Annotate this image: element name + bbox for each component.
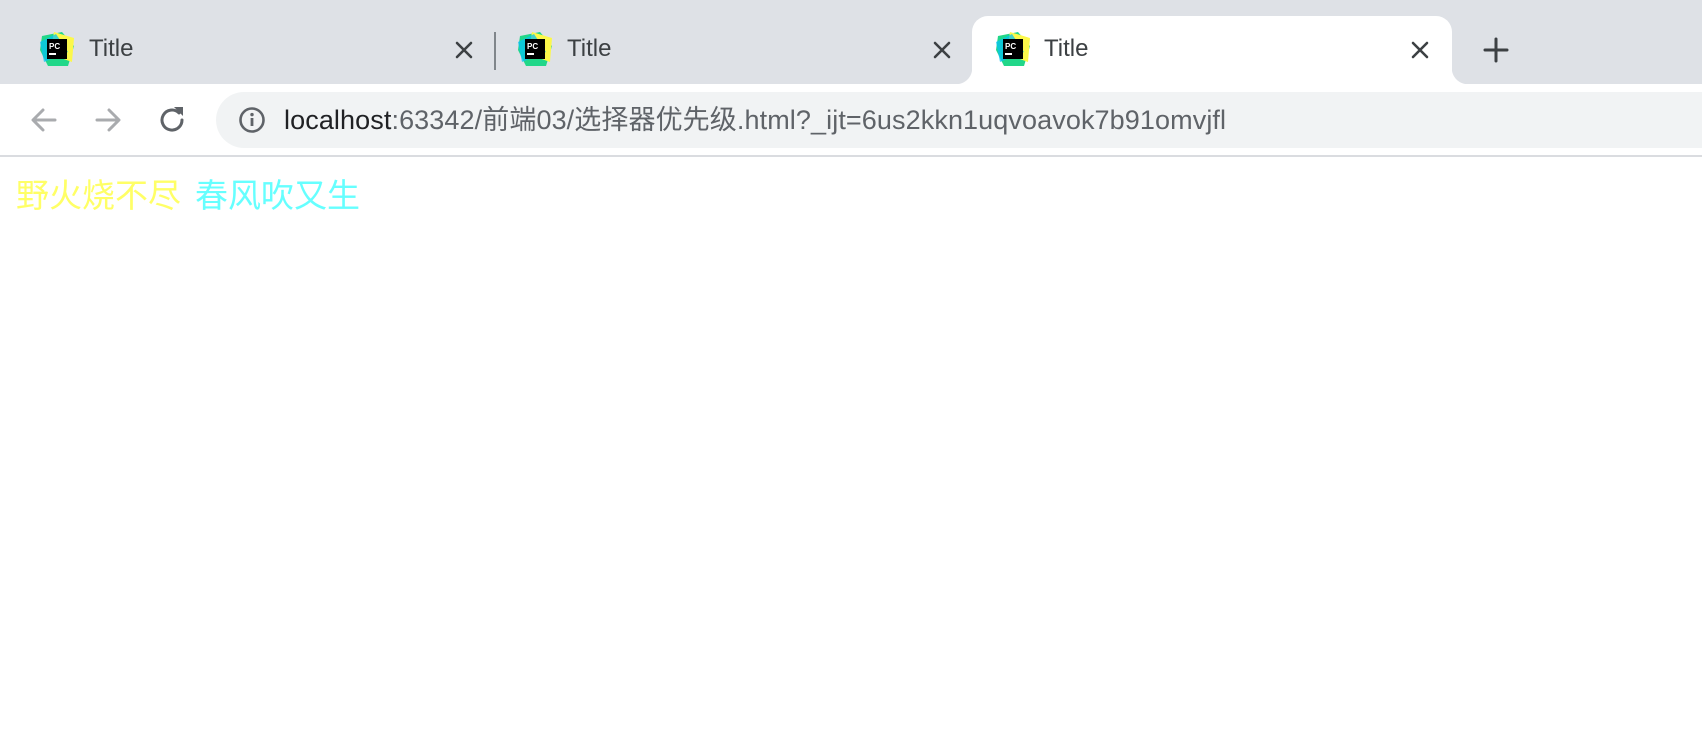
url-host: localhost bbox=[284, 105, 392, 135]
new-tab-button[interactable] bbox=[1479, 33, 1513, 67]
browser-toolbar: localhost:63342/前端03/选择器优先级.html?_ijt=6u… bbox=[0, 84, 1702, 157]
address-bar[interactable]: localhost:63342/前端03/选择器优先级.html?_ijt=6u… bbox=[216, 92, 1702, 148]
reload-icon bbox=[160, 107, 184, 132]
pycharm-icon: PC bbox=[996, 32, 1030, 66]
plus-icon bbox=[1483, 37, 1509, 63]
close-tab-icon[interactable] bbox=[927, 35, 957, 65]
arrow-right-icon bbox=[95, 108, 121, 132]
tab-3-active[interactable]: PC Title bbox=[956, 16, 1468, 84]
tab-strip: PC Title PC Title PC Title bbox=[0, 0, 1702, 84]
tab-title: Title bbox=[1044, 35, 1089, 62]
colored-text-1: 野火烧不尽 bbox=[16, 176, 181, 215]
arrow-left-icon bbox=[31, 108, 57, 132]
tab-title: Title bbox=[567, 35, 612, 62]
tab-1[interactable]: PC Title bbox=[0, 16, 494, 84]
tab-2[interactable]: PC Title bbox=[478, 16, 972, 84]
back-button[interactable] bbox=[24, 100, 64, 140]
info-icon[interactable] bbox=[238, 106, 266, 134]
tab-title: Title bbox=[89, 35, 134, 62]
pycharm-icon: PC bbox=[40, 32, 74, 66]
svg-text:PC: PC bbox=[527, 42, 538, 51]
page-content: 野火烧不尽 春风吹又生 bbox=[16, 176, 374, 216]
svg-text:PC: PC bbox=[49, 42, 60, 51]
colored-text-2: 春风吹又生 bbox=[195, 176, 360, 215]
url-text[interactable]: localhost:63342/前端03/选择器优先级.html?_ijt=6u… bbox=[284, 104, 1226, 136]
svg-text:PC: PC bbox=[1005, 42, 1016, 51]
reload-button[interactable] bbox=[152, 100, 192, 140]
close-tab-icon[interactable] bbox=[449, 35, 479, 65]
url-path: :63342/前端03/选择器优先级.html?_ijt=6us2kkn1uqv… bbox=[391, 105, 1227, 135]
pycharm-icon: PC bbox=[518, 32, 552, 66]
forward-button[interactable] bbox=[88, 100, 128, 140]
close-tab-icon[interactable] bbox=[1405, 35, 1435, 65]
